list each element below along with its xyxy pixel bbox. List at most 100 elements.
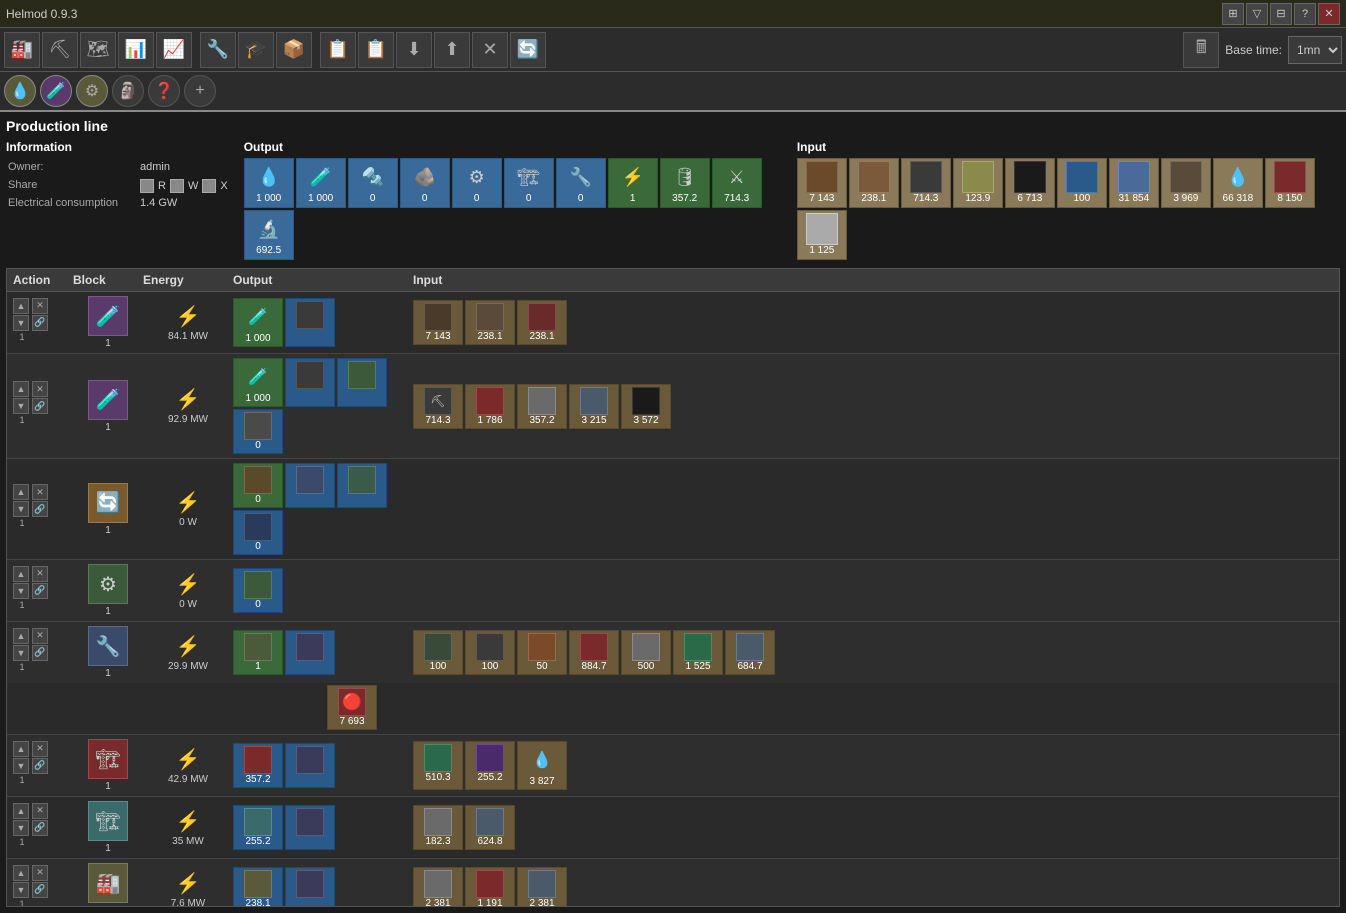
action-link[interactable]: 🔗 bbox=[32, 501, 48, 517]
prod-input-item[interactable]: 357.2 bbox=[517, 384, 567, 429]
action-link[interactable]: 🔗 bbox=[32, 820, 48, 836]
tb-packages[interactable]: 📦 bbox=[276, 32, 312, 68]
tb-delete[interactable]: ✕ bbox=[472, 32, 508, 68]
base-time-select[interactable]: 1mn 1s bbox=[1288, 36, 1342, 64]
prod-input-item[interactable]: 7 143 bbox=[413, 300, 463, 345]
prod-input-item-extra[interactable]: 🔴 7 693 bbox=[327, 685, 377, 730]
prod-input-item[interactable]: 3 572 bbox=[621, 384, 671, 429]
action-delete[interactable]: ✕ bbox=[32, 298, 48, 314]
prod-input-item[interactable]: 2 381 bbox=[413, 867, 463, 907]
prod-input-item[interactable]: 510.3 bbox=[413, 741, 463, 790]
win-btn-close[interactable]: ✕ bbox=[1318, 3, 1340, 25]
action-up[interactable]: ▲ bbox=[13, 484, 29, 500]
prod-output-item[interactable] bbox=[337, 358, 387, 407]
prod-output-item[interactable]: 0 bbox=[233, 463, 283, 508]
input-item-9[interactable]: 8 150 bbox=[1265, 158, 1315, 208]
prod-output-item[interactable]: 0 bbox=[233, 568, 283, 613]
prod-input-item[interactable]: 500 bbox=[621, 630, 671, 675]
block-icon-5[interactable]: 🏗 bbox=[88, 739, 128, 779]
output-item-0[interactable]: 💧 1 000 bbox=[244, 158, 294, 208]
tb-stats[interactable]: 📊 bbox=[118, 32, 154, 68]
prod-output-item[interactable] bbox=[337, 463, 387, 508]
action-link[interactable]: 🔗 bbox=[32, 645, 48, 661]
prod-input-item[interactable]: 50 bbox=[517, 630, 567, 675]
prod-output-item[interactable]: 255.2 bbox=[233, 805, 283, 850]
block-icon-2[interactable]: 🔄 bbox=[88, 483, 128, 523]
tb-mine[interactable]: ⛏ bbox=[42, 32, 78, 68]
tb-research[interactable]: 🎓 bbox=[238, 32, 274, 68]
input-item-2[interactable]: 714.3 bbox=[901, 158, 951, 208]
action-down[interactable]: ▼ bbox=[13, 820, 29, 836]
share-w-box[interactable] bbox=[170, 179, 184, 193]
prod-output-item[interactable]: 🧪 1 000 bbox=[233, 298, 283, 347]
input-item-10[interactable]: 1 125 bbox=[797, 210, 847, 260]
block-icon-3[interactable]: ⚙ bbox=[88, 564, 128, 604]
block-icon-6[interactable]: 🏗 bbox=[88, 801, 128, 841]
action-up[interactable]: ▲ bbox=[13, 298, 29, 314]
prod-input-item[interactable]: 1 525 bbox=[673, 630, 723, 675]
action-link[interactable]: 🔗 bbox=[32, 583, 48, 599]
action-down[interactable]: ▼ bbox=[13, 758, 29, 774]
action-down[interactable]: ▼ bbox=[13, 882, 29, 898]
action-down[interactable]: ▼ bbox=[13, 501, 29, 517]
output-item-8[interactable]: 🛢 357.2 bbox=[660, 158, 710, 208]
prod-output-item[interactable] bbox=[285, 805, 335, 850]
tb-refresh[interactable]: 🔄 bbox=[510, 32, 546, 68]
prod-output-item[interactable] bbox=[285, 463, 335, 508]
share-r-box[interactable] bbox=[140, 179, 154, 193]
input-item-8[interactable]: 💧 66 318 bbox=[1213, 158, 1263, 208]
win-btn-help[interactable]: ? bbox=[1294, 3, 1316, 25]
prod-input-item[interactable]: 255.2 bbox=[465, 741, 515, 790]
production-table[interactable]: Action Block Energy Output Input ▲ ✕ ▼ 🔗… bbox=[6, 268, 1340, 907]
output-item-2[interactable]: 🔩 0 bbox=[348, 158, 398, 208]
block-icon-4[interactable]: 🔧 bbox=[88, 626, 128, 666]
action-up[interactable]: ▲ bbox=[13, 865, 29, 881]
prod-output-item[interactable] bbox=[285, 358, 335, 407]
tb-chart[interactable]: 📈 bbox=[156, 32, 192, 68]
action-link[interactable]: 🔗 bbox=[32, 315, 48, 331]
prod-output-item[interactable]: 🧪 1 000 bbox=[233, 358, 283, 407]
win-btn-filter[interactable]: ▽ bbox=[1246, 3, 1268, 25]
block-icon-1[interactable]: 🧪 bbox=[88, 380, 128, 420]
prod-input-item[interactable]: 2 381 bbox=[517, 867, 567, 907]
prod-input-item[interactable]: 1 191 bbox=[465, 867, 515, 907]
tb2-help[interactable]: ❓ bbox=[148, 75, 180, 107]
tb-map[interactable]: 🗺 bbox=[80, 32, 116, 68]
prod-input-item[interactable]: 238.1 bbox=[517, 300, 567, 345]
prod-input-item[interactable]: 💧 3 827 bbox=[517, 741, 567, 790]
action-up[interactable]: ▲ bbox=[13, 803, 29, 819]
action-delete[interactable]: ✕ bbox=[32, 484, 48, 500]
output-item-1[interactable]: 🧪 1 000 bbox=[296, 158, 346, 208]
output-item-4[interactable]: ⚙ 0 bbox=[452, 158, 502, 208]
action-delete[interactable]: ✕ bbox=[32, 741, 48, 757]
tb-import[interactable]: ⬇ bbox=[396, 32, 432, 68]
input-item-3[interactable]: 123.9 bbox=[953, 158, 1003, 208]
prod-output-item[interactable]: 0 bbox=[233, 510, 283, 555]
action-down[interactable]: ▼ bbox=[13, 398, 29, 414]
action-down[interactable]: ▼ bbox=[13, 645, 29, 661]
input-item-6[interactable]: 31 854 bbox=[1109, 158, 1159, 208]
tb-copy[interactable]: 📋 bbox=[320, 32, 356, 68]
output-item-9[interactable]: ⚔ 714.3 bbox=[712, 158, 762, 208]
tb-tools[interactable]: 🔧 bbox=[200, 32, 236, 68]
action-link[interactable]: 🔗 bbox=[32, 882, 48, 898]
input-item-1[interactable]: 238.1 bbox=[849, 158, 899, 208]
action-down[interactable]: ▼ bbox=[13, 315, 29, 331]
prod-output-item[interactable]: 0 bbox=[233, 409, 283, 454]
prod-output-item[interactable] bbox=[285, 630, 335, 675]
prod-input-item[interactable]: 684.7 bbox=[725, 630, 775, 675]
tb2-fluid[interactable]: 💧 bbox=[4, 75, 36, 107]
prod-output-item[interactable] bbox=[285, 867, 335, 907]
prod-input-item[interactable]: 624.8 bbox=[465, 805, 515, 850]
block-icon-0[interactable]: 🧪 bbox=[88, 296, 128, 336]
input-item-7[interactable]: 3 969 bbox=[1161, 158, 1211, 208]
prod-output-item[interactable]: 1 bbox=[233, 630, 283, 675]
action-delete[interactable]: ✕ bbox=[32, 865, 48, 881]
input-item-5[interactable]: 100 bbox=[1057, 158, 1107, 208]
action-up[interactable]: ▲ bbox=[13, 628, 29, 644]
tb-calculator[interactable]: 🖩 bbox=[1183, 32, 1219, 68]
action-link[interactable]: 🔗 bbox=[32, 758, 48, 774]
block-icon-7[interactable]: 🏭 bbox=[88, 863, 128, 903]
tb-paste[interactable]: 📋 bbox=[358, 32, 394, 68]
output-item-3[interactable]: 🪨 0 bbox=[400, 158, 450, 208]
